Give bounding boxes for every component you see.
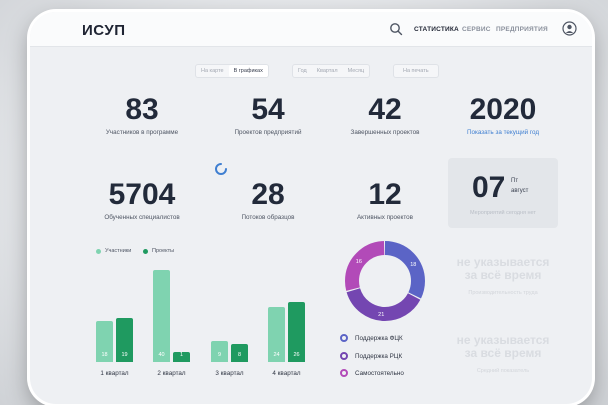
bar-value-label: 18 xyxy=(101,352,108,358)
labor-productivity-card: не указывается за всё время Производител… xyxy=(448,256,558,297)
view-toggle: На карте В графиках xyxy=(195,64,269,78)
stat-label: Потоков образцов xyxy=(241,214,295,221)
bar-value-label: 19 xyxy=(121,352,128,358)
donut-value-label: 16 xyxy=(356,259,362,265)
quarter-label: 3 квартал xyxy=(215,370,244,377)
stat-active: 12 Активных проектов xyxy=(325,178,445,222)
legend-label: Участники xyxy=(105,248,132,254)
loading-spinner-icon xyxy=(215,163,227,175)
date-weekday: Пт xyxy=(511,178,519,184)
nav-enterprises[interactable]: ПРЕДПРИЯТИЯ xyxy=(496,26,548,33)
period-option-quarter[interactable]: Квартал xyxy=(312,68,343,74)
bar-value-label: 26 xyxy=(293,352,300,358)
quarter-label: 1 квартал xyxy=(100,370,129,377)
stat-label: Проектов предприятий xyxy=(234,129,302,136)
app-window: ИСУП СТАТИСТИКА СЕРВИС ПРЕДПРИЯТИЯ На ка… xyxy=(30,12,592,404)
stat-completed: 42 Завершенных проектов xyxy=(325,93,445,137)
legend-dot-participants xyxy=(96,248,101,254)
stat-label: Завершенных проектов xyxy=(350,129,420,136)
period-toggle: Год Квартал Месяц xyxy=(292,64,371,78)
stat-label: Активных проектов xyxy=(356,214,414,221)
stat-value: 5704 xyxy=(108,178,176,211)
bar-value-label: 40 xyxy=(158,352,165,358)
legend-dot-projects xyxy=(143,248,148,254)
date-card: 07 Пт август Мероприятий сегодня нет xyxy=(448,158,558,228)
show-current-year-link[interactable]: Показать за текущий год xyxy=(443,129,563,136)
stat-participants: 83 Участников в программе xyxy=(82,93,202,137)
search-icon[interactable] xyxy=(389,22,403,36)
card-title-line2: за всё время xyxy=(464,268,542,282)
stat-value: 83 xyxy=(125,93,159,126)
donut-legend-self: Самостоятельно xyxy=(340,369,404,377)
legend-label: Самостоятельно xyxy=(355,369,404,377)
bar-value-label: 9 xyxy=(217,352,222,358)
donut-value-label: 18 xyxy=(410,262,416,268)
date-caption: Мероприятий сегодня нет xyxy=(470,210,536,216)
period-option-year[interactable]: Год xyxy=(293,68,312,74)
card-caption: Производительность труда xyxy=(468,290,538,296)
quarter-label: 4 квартал xyxy=(272,370,301,377)
period-option-month[interactable]: Месяц xyxy=(343,68,370,74)
stat-flows: 28 Потоков образцов xyxy=(208,178,328,222)
stat-value: 2020 xyxy=(469,93,537,126)
stat-value: 54 xyxy=(251,93,285,126)
stat-value: 42 xyxy=(368,93,402,126)
view-option-map[interactable]: На карте xyxy=(196,68,229,74)
print-button[interactable]: На печать xyxy=(393,64,439,78)
bar-participants[interactable] xyxy=(153,270,170,362)
stat-trained: 5704 Обученных специалистов xyxy=(82,178,202,222)
nav-service[interactable]: СЕРВИС xyxy=(462,26,491,33)
legend-ring-icon xyxy=(340,352,348,360)
bar-value-label: 24 xyxy=(273,352,280,358)
nav-statistics[interactable]: СТАТИСТИКА xyxy=(414,26,459,33)
donut-legend-rck: Поддержка РЦК xyxy=(340,352,402,360)
average-indicator-card: не указывается за всё время Средний пока… xyxy=(448,334,558,375)
top-navigation-bar: ИСУП СТАТИСТИКА СЕРВИС ПРЕДПРИЯТИЯ xyxy=(30,12,592,47)
stat-projects: 54 Проектов предприятий xyxy=(208,93,328,137)
bar-value-label: 8 xyxy=(237,352,242,358)
legend-ring-icon xyxy=(340,369,348,377)
bar-value-label: 1 xyxy=(179,352,184,358)
stat-value: 12 xyxy=(368,178,402,211)
stat-year: 2020 Показать за текущий год xyxy=(443,93,563,137)
date-month: август xyxy=(511,188,529,194)
donut-value-label: 21 xyxy=(378,312,384,318)
support-donut-chart: 18 21 16 xyxy=(345,241,425,321)
donut-legend-fck: Поддержка ФЦК xyxy=(340,334,403,342)
legend-label: Проекты xyxy=(152,248,175,254)
date-day: 07 xyxy=(472,171,506,204)
quarter-label: 2 квартал xyxy=(157,370,186,377)
legend-label: Поддержка РЦК xyxy=(355,352,403,360)
legend-participants: Участники xyxy=(96,248,131,254)
stat-label: Обученных специалистов xyxy=(104,214,180,221)
legend-label: Поддержка ФЦК xyxy=(355,334,403,342)
legend-ring-icon xyxy=(340,334,348,342)
card-caption: Средний показатель xyxy=(476,368,530,374)
view-option-charts[interactable]: В графиках xyxy=(228,65,268,77)
card-title-line2: за всё время xyxy=(464,346,542,360)
print-button-label: На печать xyxy=(403,68,429,74)
legend-projects: Проекты xyxy=(143,248,174,254)
stat-label: Участников в программе xyxy=(105,129,179,136)
app-logo[interactable]: ИСУП xyxy=(82,22,126,39)
stat-value: 28 xyxy=(251,178,285,211)
user-account-icon[interactable] xyxy=(562,21,577,36)
